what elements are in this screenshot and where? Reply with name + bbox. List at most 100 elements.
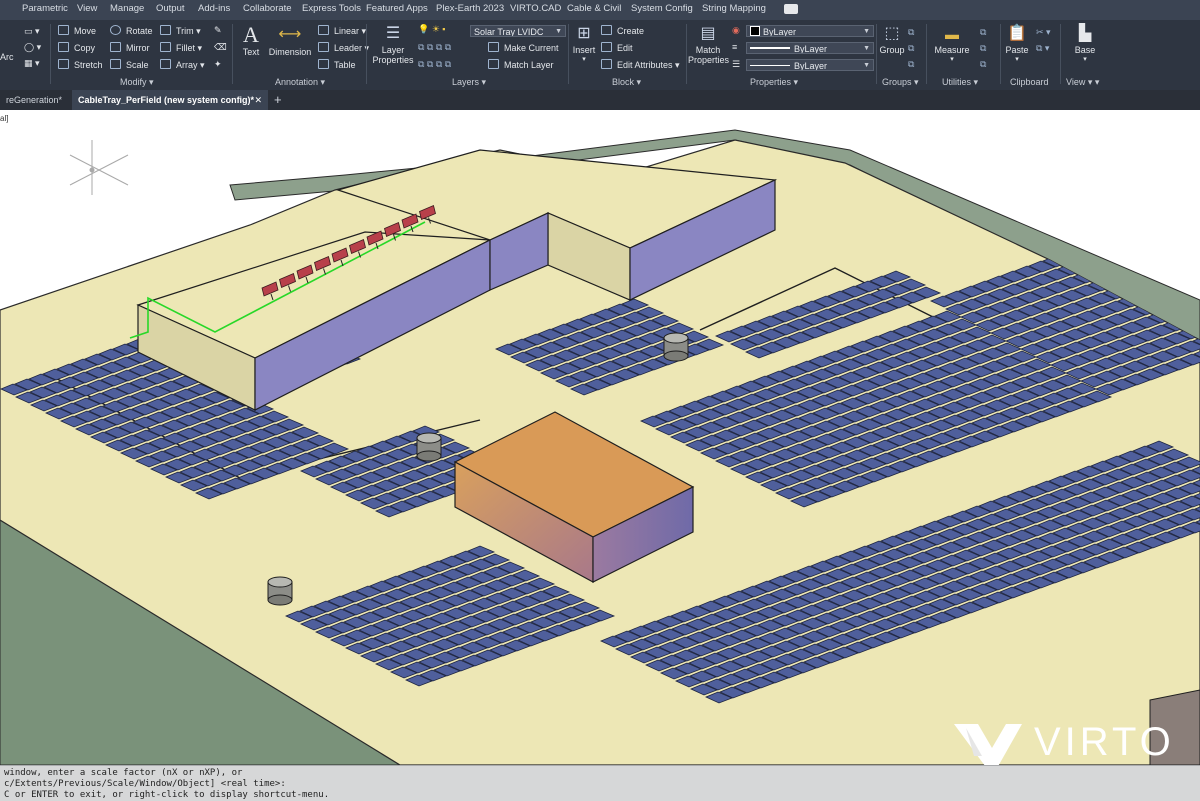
array-button[interactable]: Array ▾ — [160, 59, 205, 71]
base-button[interactable]: ▙ Base ▾ — [1070, 23, 1100, 63]
leader-icon — [318, 42, 329, 52]
explode-icon[interactable]: ✦ — [214, 59, 222, 70]
group-button[interactable]: ⬚ Group — [878, 23, 906, 55]
menu-manage[interactable]: Manage — [110, 3, 144, 14]
table-button[interactable]: Table — [318, 59, 356, 70]
layer-properties-button[interactable]: ☰ Layer Properties — [372, 23, 414, 65]
menu-parametric[interactable]: Parametric — [22, 3, 68, 14]
make-current-icon — [488, 42, 499, 52]
menu-virto-cad[interactable]: VIRTO.CAD — [510, 3, 561, 14]
paste-button[interactable]: 📋 Paste ▾ — [1004, 23, 1030, 63]
layer-tools-row-1[interactable]: ⧉ ⧉ ⧉ ⧉ — [418, 42, 451, 53]
rectangle-icon[interactable]: ▭ ▾ — [24, 26, 40, 37]
scale-label: Scale — [126, 60, 149, 70]
menu-collaborate[interactable]: Collaborate — [243, 3, 292, 14]
edit-block-button[interactable]: Edit — [601, 42, 633, 53]
properties-panel-title[interactable]: Properties ▾ — [750, 77, 798, 88]
groups-panel-title[interactable]: Groups ▾ — [882, 77, 919, 88]
hatch-icon[interactable]: ▦ ▾ — [24, 58, 40, 69]
menu-cable-civil[interactable]: Cable & Civil — [567, 3, 621, 14]
erase-icon[interactable]: ⌫ — [214, 42, 227, 53]
menu-plex-earth[interactable]: Plex-Earth 2023 — [436, 3, 504, 14]
layer-state-icons[interactable]: 💡 ☀ ▪ — [418, 24, 445, 35]
move-button[interactable]: Move — [58, 25, 96, 36]
edit-attributes-button[interactable]: Edit Attributes ▾ — [601, 59, 680, 71]
insert-button[interactable]: ⊞ Insert ▾ — [570, 23, 598, 63]
menu-view[interactable]: View — [77, 3, 97, 14]
new-tab-button[interactable]: + — [268, 90, 290, 110]
menu-output[interactable]: Output — [156, 3, 185, 14]
viewport-label[interactable]: al] — [0, 114, 9, 123]
drawing-viewport[interactable] — [0, 110, 1200, 765]
color-dropdown[interactable]: ByLayer ▼ — [746, 25, 874, 37]
menu-featured-apps[interactable]: Featured Apps — [366, 3, 428, 14]
fillet-button[interactable]: Fillet ▾ — [160, 42, 202, 54]
match-layer-button[interactable]: Match Layer — [488, 59, 554, 70]
file-tab-label: reGeneration* — [6, 95, 63, 105]
rotate-icon — [110, 25, 121, 35]
solar-panel — [1184, 231, 1200, 244]
menu-bar: Parametric View Manage Output Add-ins Co… — [0, 0, 1200, 20]
paste-label: Paste — [1005, 45, 1029, 55]
view-title: View — [1066, 77, 1086, 87]
arc-button[interactable]: Arc — [0, 52, 14, 62]
measure-button[interactable]: ▬ Measure ▾ — [932, 23, 972, 63]
lineweight-icon[interactable]: ☰ — [732, 59, 740, 70]
utilities-panel-title[interactable]: Utilities ▾ — [942, 77, 978, 88]
file-tab[interactable]: reGeneration* — [0, 90, 70, 110]
leader-button[interactable]: Leader ▾ — [318, 42, 369, 54]
menu-express-tools[interactable]: Express Tools — [302, 3, 361, 14]
layer-tools-row-2[interactable]: ⧉ ⧉ ⧉ ⧉ — [418, 59, 451, 70]
clipboard-title: Clipboard — [1010, 77, 1049, 87]
menu-add-ins[interactable]: Add-ins — [198, 3, 230, 14]
insert-label: Insert — [572, 45, 596, 55]
trim-button[interactable]: Trim ▾ — [160, 25, 201, 37]
rotate-button[interactable]: Rotate — [110, 25, 153, 36]
text-button[interactable]: A Text — [238, 23, 264, 58]
linear-button[interactable]: Linear ▾ — [318, 25, 366, 37]
ellipse-icon[interactable]: ◯ ▾ — [24, 42, 41, 53]
modify-panel-title[interactable]: Modify ▾ — [120, 77, 154, 88]
menu-system-config[interactable]: System Config — [631, 3, 693, 14]
stretch-button[interactable]: Stretch — [58, 59, 103, 70]
group-tools[interactable]: ⧉ ⧉ ⧉ — [908, 24, 914, 72]
scale-button[interactable]: Scale — [110, 59, 149, 70]
utility-tools[interactable]: ⧉ ⧉ ⧉ — [980, 24, 986, 72]
block-panel-title[interactable]: Block ▾ — [612, 77, 641, 88]
copy-button[interactable]: Copy — [58, 42, 95, 53]
base-label: Base — [1074, 45, 1096, 55]
chevron-down-icon: ▼ — [555, 28, 562, 35]
table-icon — [318, 59, 329, 69]
scale-icon — [110, 59, 121, 69]
copy-icon — [58, 42, 69, 52]
clipboard-tools[interactable]: ✂ ▾ ⧉ ▾ — [1036, 24, 1051, 56]
mirror-button[interactable]: Mirror — [110, 42, 150, 53]
linetype-icon[interactable]: ≡ — [732, 42, 737, 52]
command-line[interactable]: window, enter a scale factor (nX or nXP)… — [0, 765, 1200, 801]
color-wheel-icon[interactable]: ◉ — [732, 25, 740, 36]
chevron-down-icon: ▾ — [1015, 56, 1019, 63]
menu-string-mapping[interactable]: String Mapping — [702, 3, 766, 14]
file-tab-active[interactable]: CableTray_PerField (new system config)* … — [72, 90, 268, 110]
pen-icon[interactable]: ✎ — [214, 25, 222, 36]
modify-title: Modify — [120, 77, 147, 87]
dimension-button[interactable]: ⟷ Dimension — [266, 23, 314, 57]
solar-panel — [1128, 251, 1157, 264]
layers-panel-title[interactable]: Layers ▾ — [452, 77, 486, 88]
layers-title: Layers — [452, 77, 480, 87]
view-panel-title[interactable]: View ▾ ▾ — [1066, 77, 1099, 88]
close-icon[interactable]: ✕ — [254, 90, 262, 110]
separator — [1060, 24, 1061, 84]
command-prompt-line: C or ENTER to exit, or right-click to di… — [4, 790, 330, 800]
layer-dropdown[interactable]: Solar Tray LVIDC ▼ — [470, 25, 566, 37]
make-current-button[interactable]: Make Current — [488, 42, 559, 53]
extra-menu-icon[interactable] — [784, 4, 798, 14]
solar-panel — [1169, 223, 1198, 236]
command-history-line: c/Extents/Previous/Scale/Window/Object] … — [4, 779, 286, 789]
linetype-dropdown[interactable]: ByLayer ▼ — [746, 42, 874, 54]
match-properties-button[interactable]: ▤ Match Properties — [688, 23, 729, 65]
create-block-button[interactable]: Create — [601, 25, 644, 36]
mirror-icon — [110, 42, 121, 52]
annotation-panel-title[interactable]: Annotation ▾ — [275, 77, 325, 88]
lineweight-dropdown[interactable]: ByLayer ▼ — [746, 59, 874, 71]
